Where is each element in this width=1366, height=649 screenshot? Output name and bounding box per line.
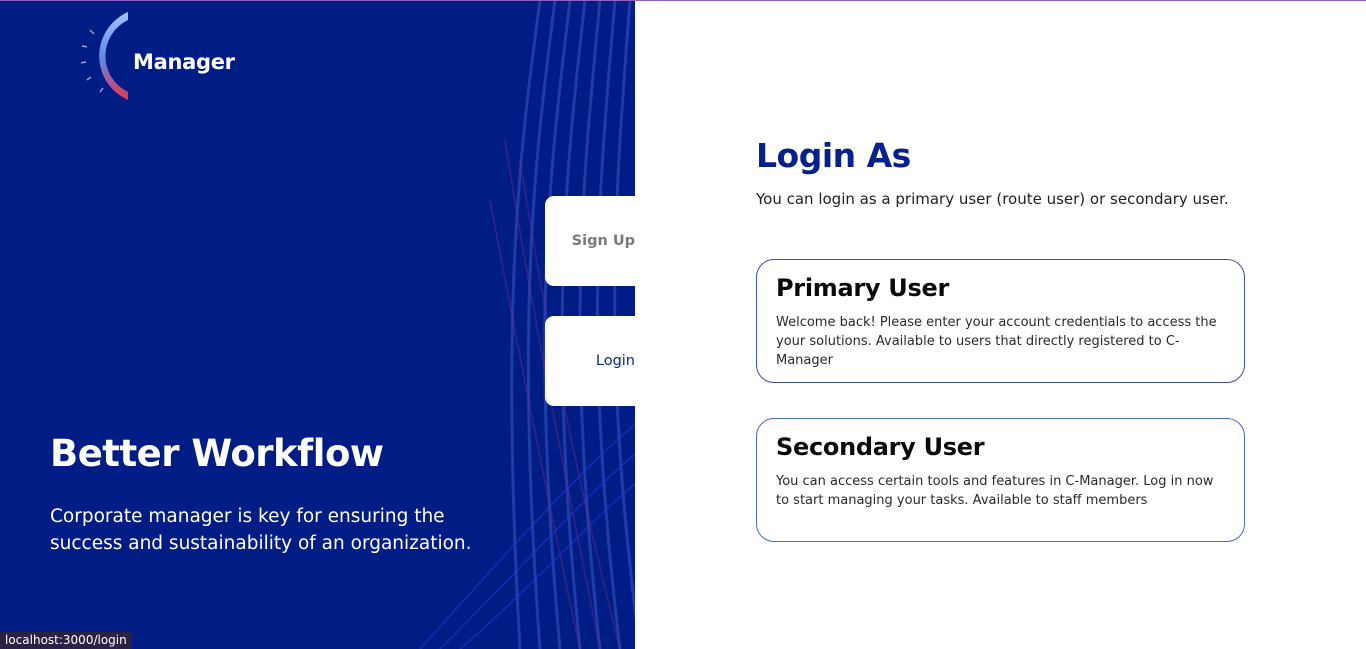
secondary-user-description: You can access certain tools and feature… <box>776 474 1214 508</box>
logo[interactable]: Manager <box>70 10 250 105</box>
secondary-user-card[interactable]: Secondary User You can access certain to… <box>756 418 1245 542</box>
brand-panel: Manager Better Workflow Corporate manage… <box>0 0 635 649</box>
hero-title: Better Workflow <box>50 432 384 475</box>
tab-sign-up[interactable]: Sign Up <box>545 196 635 286</box>
hero-subtitle: Corporate manager is key for ensuring th… <box>50 506 472 554</box>
secondary-user-title: Secondary User <box>776 433 985 461</box>
page-subtitle: You can login as a primary user (route u… <box>756 190 1229 208</box>
primary-user-card[interactable]: Primary User Welcome back! Please enter … <box>756 259 1245 383</box>
tab-login[interactable]: Login <box>545 316 635 406</box>
tab-sign-up-label: Sign Up <box>571 233 635 249</box>
status-bar-url: localhost:3000/login <box>0 632 132 649</box>
tab-login-label: Login <box>595 353 635 369</box>
logo-mark-icon <box>80 12 128 100</box>
logo-text: Manager <box>133 50 235 74</box>
primary-user-title: Primary User <box>776 274 949 302</box>
window-top-border <box>0 0 1366 1</box>
primary-user-description: Welcome back! Please enter your account … <box>776 315 1217 368</box>
page-title: Login As <box>756 136 911 175</box>
login-panel: Login As You can login as a primary user… <box>635 0 1366 649</box>
